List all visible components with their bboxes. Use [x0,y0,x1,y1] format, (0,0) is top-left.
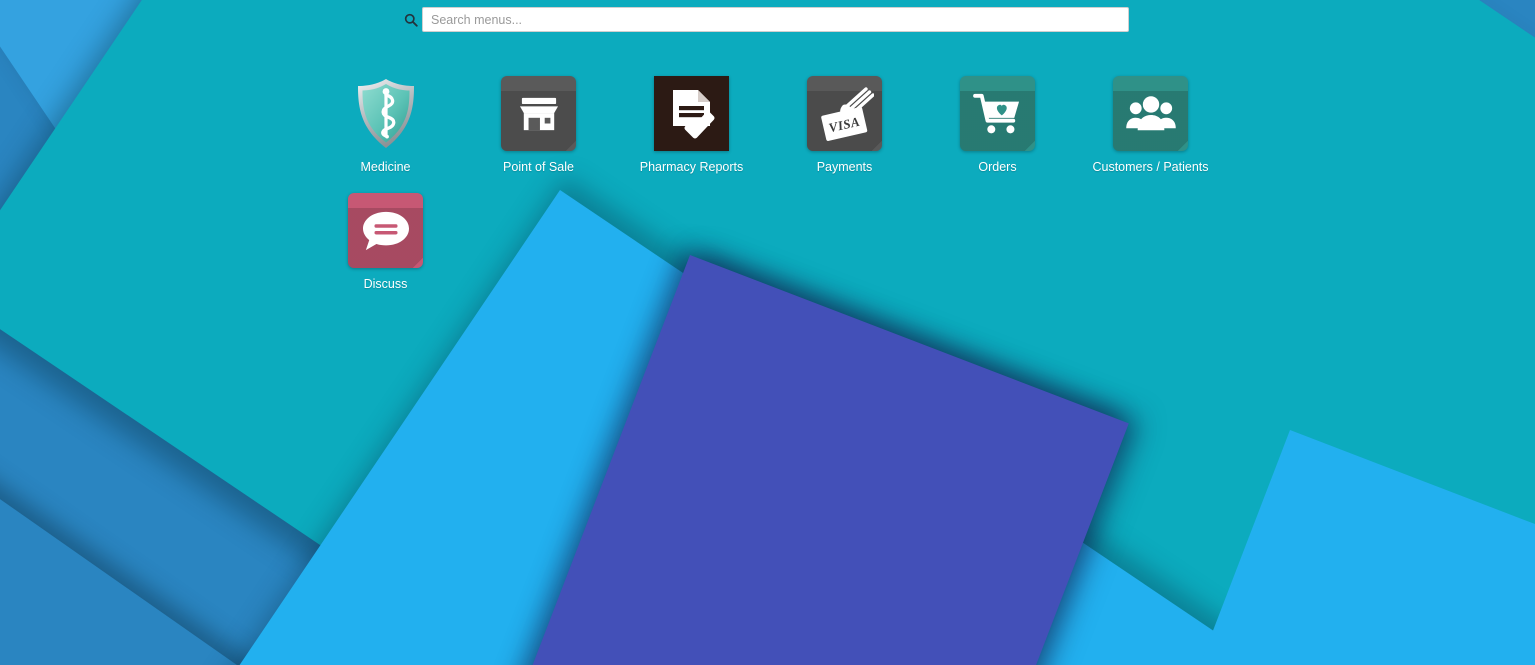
app-grid: Medicine Point of Sale Pharmacy Reports … [309,68,1309,302]
app-label: Orders [978,160,1017,174]
app-tile-medicine[interactable]: Medicine [309,68,462,185]
speech-bubble-icon [348,193,423,268]
people-group-icon [1113,76,1188,151]
app-label: Payments [816,160,873,174]
search-bar [0,0,1535,38]
document-check-icon [654,76,729,151]
search-icon[interactable] [400,7,422,32]
app-tile-payments[interactable]: VISA Payments [768,68,921,185]
app-tile-point-of-sale[interactable]: Point of Sale [462,68,615,185]
visa-card-swipe-icon: VISA [807,76,882,151]
app-tile-customers-patients[interactable]: Customers / Patients [1074,68,1227,185]
app-label: Customers / Patients [1092,160,1209,174]
app-tile-discuss[interactable]: Discuss [309,185,462,302]
app-label: Point of Sale [503,160,574,174]
app-tile-orders[interactable]: Orders [921,68,1074,185]
store-shop-icon [501,76,576,151]
app-launcher-screen: Medicine Point of Sale [0,0,1535,665]
app-tile-pharmacy-reports[interactable]: Pharmacy Reports [615,68,768,185]
app-label: Medicine [360,160,411,174]
app-label: Pharmacy Reports [639,160,744,174]
medicine-shield-caduceus-icon [348,76,423,151]
shopping-cart-heart-icon [960,76,1035,151]
app-label: Discuss [363,277,408,291]
search-container [400,7,1129,32]
search-input[interactable] [422,7,1129,32]
